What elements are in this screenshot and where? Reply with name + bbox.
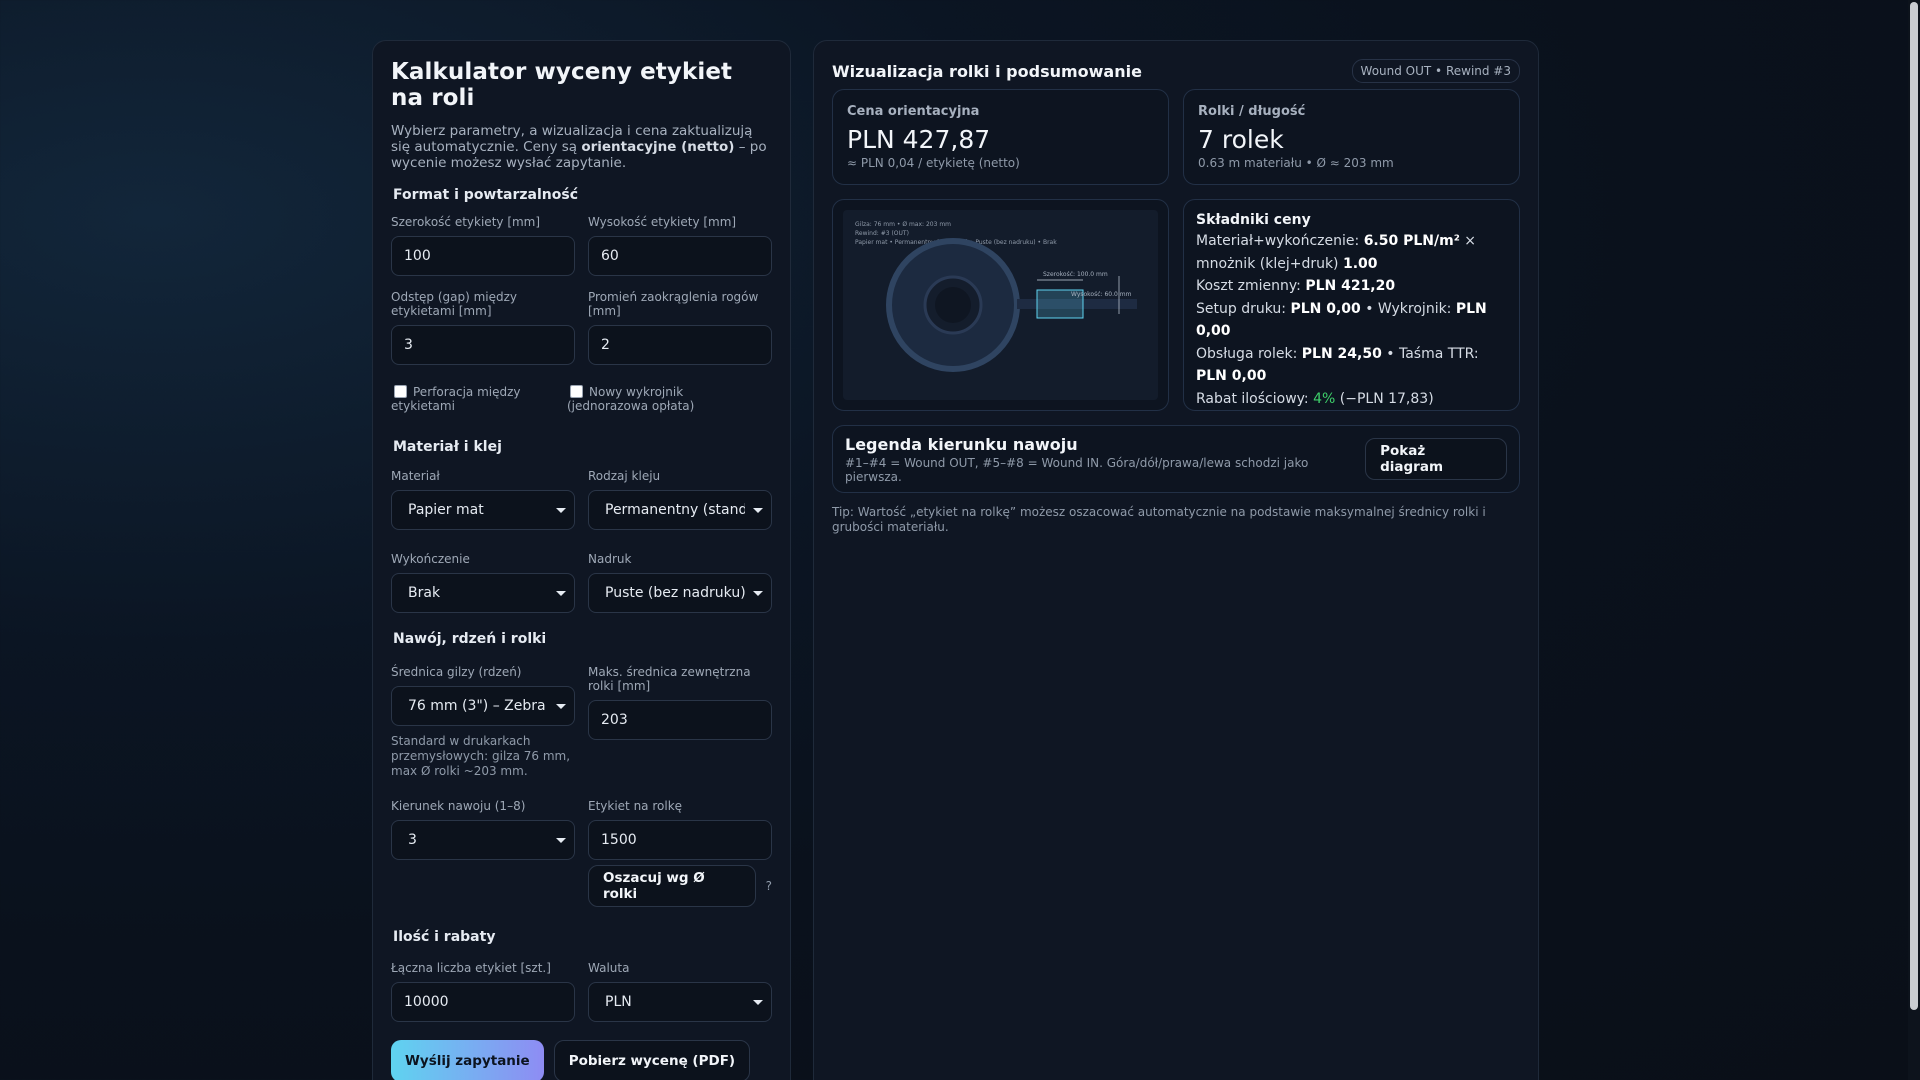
width-dimension-text: Szerokość: 100.0 mm <box>1043 271 1108 278</box>
roll-visualization: Gilza: 76 mm • Ø max: 203 mm Rewind: #3 … <box>843 210 1158 400</box>
currency-select[interactable]: PLN <box>588 982 772 1022</box>
scrollbar-thumb[interactable] <box>1910 2 1918 1010</box>
price-value: PLN 427,87 <box>847 125 991 154</box>
intro-text: Wybierz parametry, a wizualizacja i cena… <box>391 123 767 171</box>
max-diameter-label: Maks. średnica zewnętrzna rolki [mm] <box>588 665 751 693</box>
material-label: Materiał <box>391 469 440 483</box>
section-format-title: Format i powtarzalność <box>393 187 579 203</box>
total-quantity-label: Łączna liczba etykiet [szt.] <box>391 961 551 975</box>
corner-radius-input[interactable]: 2 <box>588 325 772 365</box>
price-caption: Cena orientacyjna <box>847 104 980 119</box>
perforation-checkbox[interactable] <box>394 385 407 398</box>
direction-select[interactable]: 3 <box>391 820 575 860</box>
page-scrollbar[interactable] <box>1908 0 1920 1080</box>
roll-core-hole <box>935 287 971 323</box>
chevron-down-icon <box>556 508 566 513</box>
price-card: Cena orientacyjna PLN 427,87 ≈ PLN 0,04 … <box>832 89 1169 185</box>
height-input[interactable]: 60 <box>588 236 772 276</box>
rolls-caption: Rolki / długość <box>1198 104 1306 119</box>
section-winding-title: Nawój, rdzeń i rolki <box>393 631 547 647</box>
page-title: Kalkulator wyceny etykiet na roli <box>391 59 733 111</box>
core-label: Średnica gilzy (rdzeń) <box>391 665 522 679</box>
components-title: Składniki ceny <box>1196 212 1311 228</box>
print-select[interactable]: Puste (bez nadruku) <box>588 573 772 613</box>
gap-input[interactable]: 3 <box>391 325 575 365</box>
adhesive-select[interactable]: Permanentny (standardowy) <box>588 490 772 530</box>
new-die-checkbox[interactable] <box>570 385 583 398</box>
chevron-down-icon <box>753 1000 763 1005</box>
component-material: Materiał+wykończenie: 6.50 PLN/m² × mnoż… <box>1196 233 1477 272</box>
viz-core-text: Gilza: 76 mm • Ø max: 203 mm <box>855 221 951 228</box>
winding-legend-card: Legenda kierunku nawoju #1–#4 = Wound OU… <box>832 425 1520 493</box>
price-per-label: ≈ PLN 0,04 / etykietę (netto) <box>847 156 1020 170</box>
show-diagram-button[interactable]: Pokaż diagram <box>1365 438 1507 480</box>
chevron-down-icon <box>753 508 763 513</box>
rolls-value: 7 rolek <box>1198 125 1284 154</box>
component-variable-cost: Koszt zmienny: PLN 421,20 <box>1196 278 1396 294</box>
corner-radius-label: Promień zaokrąglenia rogów [mm] <box>588 290 759 318</box>
gap-label: Odstęp (gap) między etykietami [mm] <box>391 290 518 318</box>
roll-visualization-card: Gilza: 76 mm • Ø max: 203 mm Rewind: #3 … <box>832 199 1169 411</box>
perforation-option[interactable]: Perforacja między etykietami <box>391 385 567 413</box>
section-material-title: Materiał i klej <box>393 439 502 455</box>
total-quantity-input[interactable]: 10000 <box>391 982 575 1022</box>
estimate-button[interactable]: Oszacuj wg Ø rolki <box>588 865 756 907</box>
price-components-card: Składniki ceny Materiał+wykończenie: 6.5… <box>1183 199 1520 411</box>
viz-rewind-text: Rewind: #3 (OUT) <box>855 230 909 237</box>
material-select[interactable]: Papier mat <box>391 490 575 530</box>
chevron-down-icon <box>753 591 763 596</box>
estimate-help-icon[interactable]: ? <box>766 879 772 893</box>
send-inquiry-button[interactable]: Wyślij zapytanie <box>391 1040 544 1080</box>
legend-title: Legenda kierunku nawoju <box>845 434 1078 454</box>
chevron-down-icon <box>556 591 566 596</box>
width-label: Szerokość etykiety [mm] <box>391 215 541 229</box>
width-input[interactable]: 100 <box>391 236 575 276</box>
currency-label: Waluta <box>588 961 630 975</box>
height-label: Wysokość etykiety [mm] <box>588 215 737 229</box>
chevron-down-icon <box>556 704 566 709</box>
rolls-card: Rolki / długość 7 rolek 0.63 m materiału… <box>1183 89 1520 185</box>
component-rolls: Obsługa rolek: PLN 24,50 • Taśma TTR: PL… <box>1196 345 1479 385</box>
height-dimension-text: Wysokość: 60.0 mm <box>1071 291 1132 298</box>
rewind-badge: Wound OUT • Rewind #3 <box>1351 59 1520 83</box>
core-select[interactable]: 76 mm (3") – Zebra Z <box>391 686 575 726</box>
tip-text: Tip: Wartość „etykiet na rolkę” możesz o… <box>832 505 1486 534</box>
per-roll-input[interactable]: 1500 <box>588 820 772 860</box>
section-quantity-title: Ilość i rabaty <box>393 929 496 945</box>
component-setup: Setup druku: PLN 0,00 • Wykrojnik: PLN 0… <box>1196 300 1487 340</box>
rolls-sub: 0.63 m materiału • Ø ≈ 203 mm <box>1198 156 1394 170</box>
new-die-option[interactable]: Nowy wykrojnik (jednorazowa opłata) <box>567 385 767 413</box>
chevron-down-icon <box>556 838 566 843</box>
finish-label: Wykończenie <box>391 552 470 566</box>
direction-label: Kierunek nawoju (1–8) <box>391 799 526 813</box>
core-hint: Standard w drukarkach przemysłowych: gil… <box>391 734 571 778</box>
summary-panel: Wizualizacja rolki i podsumowanie Wound … <box>813 40 1539 1080</box>
component-discount: Rabat ilościowy: 4% (−PLN 17,83) <box>1196 390 1434 407</box>
per-roll-label: Etykiet na rolkę <box>588 799 683 813</box>
print-label: Nadruk <box>588 552 632 566</box>
legend-text: #1–#4 = Wound OUT, #5–#8 = Wound IN. Gór… <box>845 455 1309 484</box>
calculator-panel: Kalkulator wyceny etykiet na roli Wybier… <box>372 40 791 1080</box>
finish-select[interactable]: Brak <box>391 573 575 613</box>
download-pdf-button[interactable]: Pobierz wycenę (PDF) <box>553 1040 751 1080</box>
summary-title: Wizualizacja rolki i podsumowanie <box>832 61 1142 81</box>
max-diameter-input[interactable]: 203 <box>588 700 772 740</box>
adhesive-label: Rodzaj kleju <box>588 469 661 483</box>
